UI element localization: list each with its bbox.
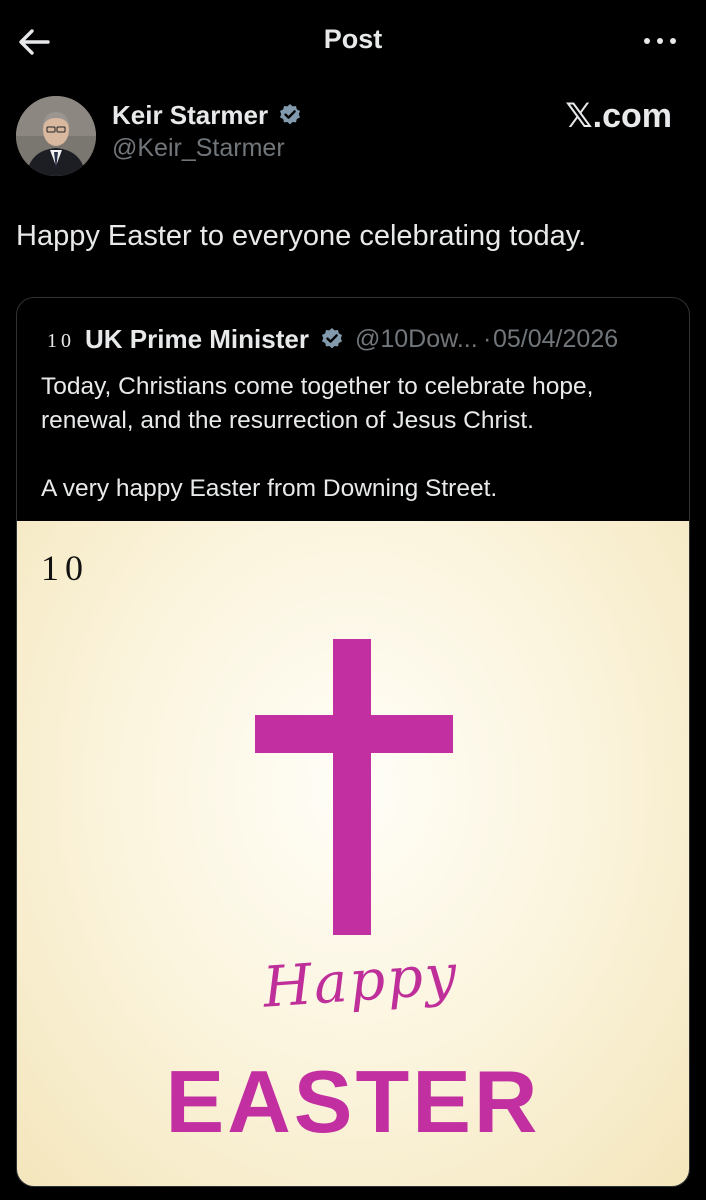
quote-date[interactable]: 05/04/2026 bbox=[493, 325, 618, 354]
verified-badge-icon bbox=[278, 103, 302, 127]
separator-dot: · bbox=[483, 325, 492, 353]
more-options-button[interactable] bbox=[640, 26, 680, 56]
top-bar: Post bbox=[0, 0, 706, 80]
quote-author-logo: 10 bbox=[47, 330, 75, 352]
avatar-image bbox=[16, 96, 96, 176]
page-title: Post bbox=[323, 24, 383, 54]
quoted-post-card[interactable]: 10 UK Prime Minister @10Dow... · 05/04/2… bbox=[16, 297, 690, 1187]
quote-text-paragraph: Today, Christians come together to celeb… bbox=[41, 373, 594, 434]
quote-author-name[interactable]: UK Prime Minister bbox=[85, 324, 309, 355]
author-avatar[interactable] bbox=[16, 96, 96, 176]
post-text: Happy Easter to everyone celebrating tod… bbox=[16, 220, 587, 252]
quote-text: Today, Christians come together to celeb… bbox=[41, 370, 677, 506]
quote-text-paragraph: A very happy Easter from Downing Street. bbox=[41, 475, 498, 502]
x-brand-logo: 𝕏.com bbox=[565, 97, 672, 135]
easter-image[interactable]: 10 Happy EASTER bbox=[17, 521, 689, 1186]
verified-badge-icon bbox=[320, 327, 344, 351]
happy-script-text: Happy bbox=[260, 942, 461, 1021]
quote-author-handle[interactable]: @10Dow... bbox=[355, 325, 478, 354]
author-name[interactable]: Keir Starmer bbox=[112, 100, 268, 131]
more-horizontal-icon bbox=[644, 38, 676, 44]
easter-headline: EASTER bbox=[165, 1052, 541, 1151]
author-handle[interactable]: @Keir_Starmer bbox=[112, 134, 285, 163]
